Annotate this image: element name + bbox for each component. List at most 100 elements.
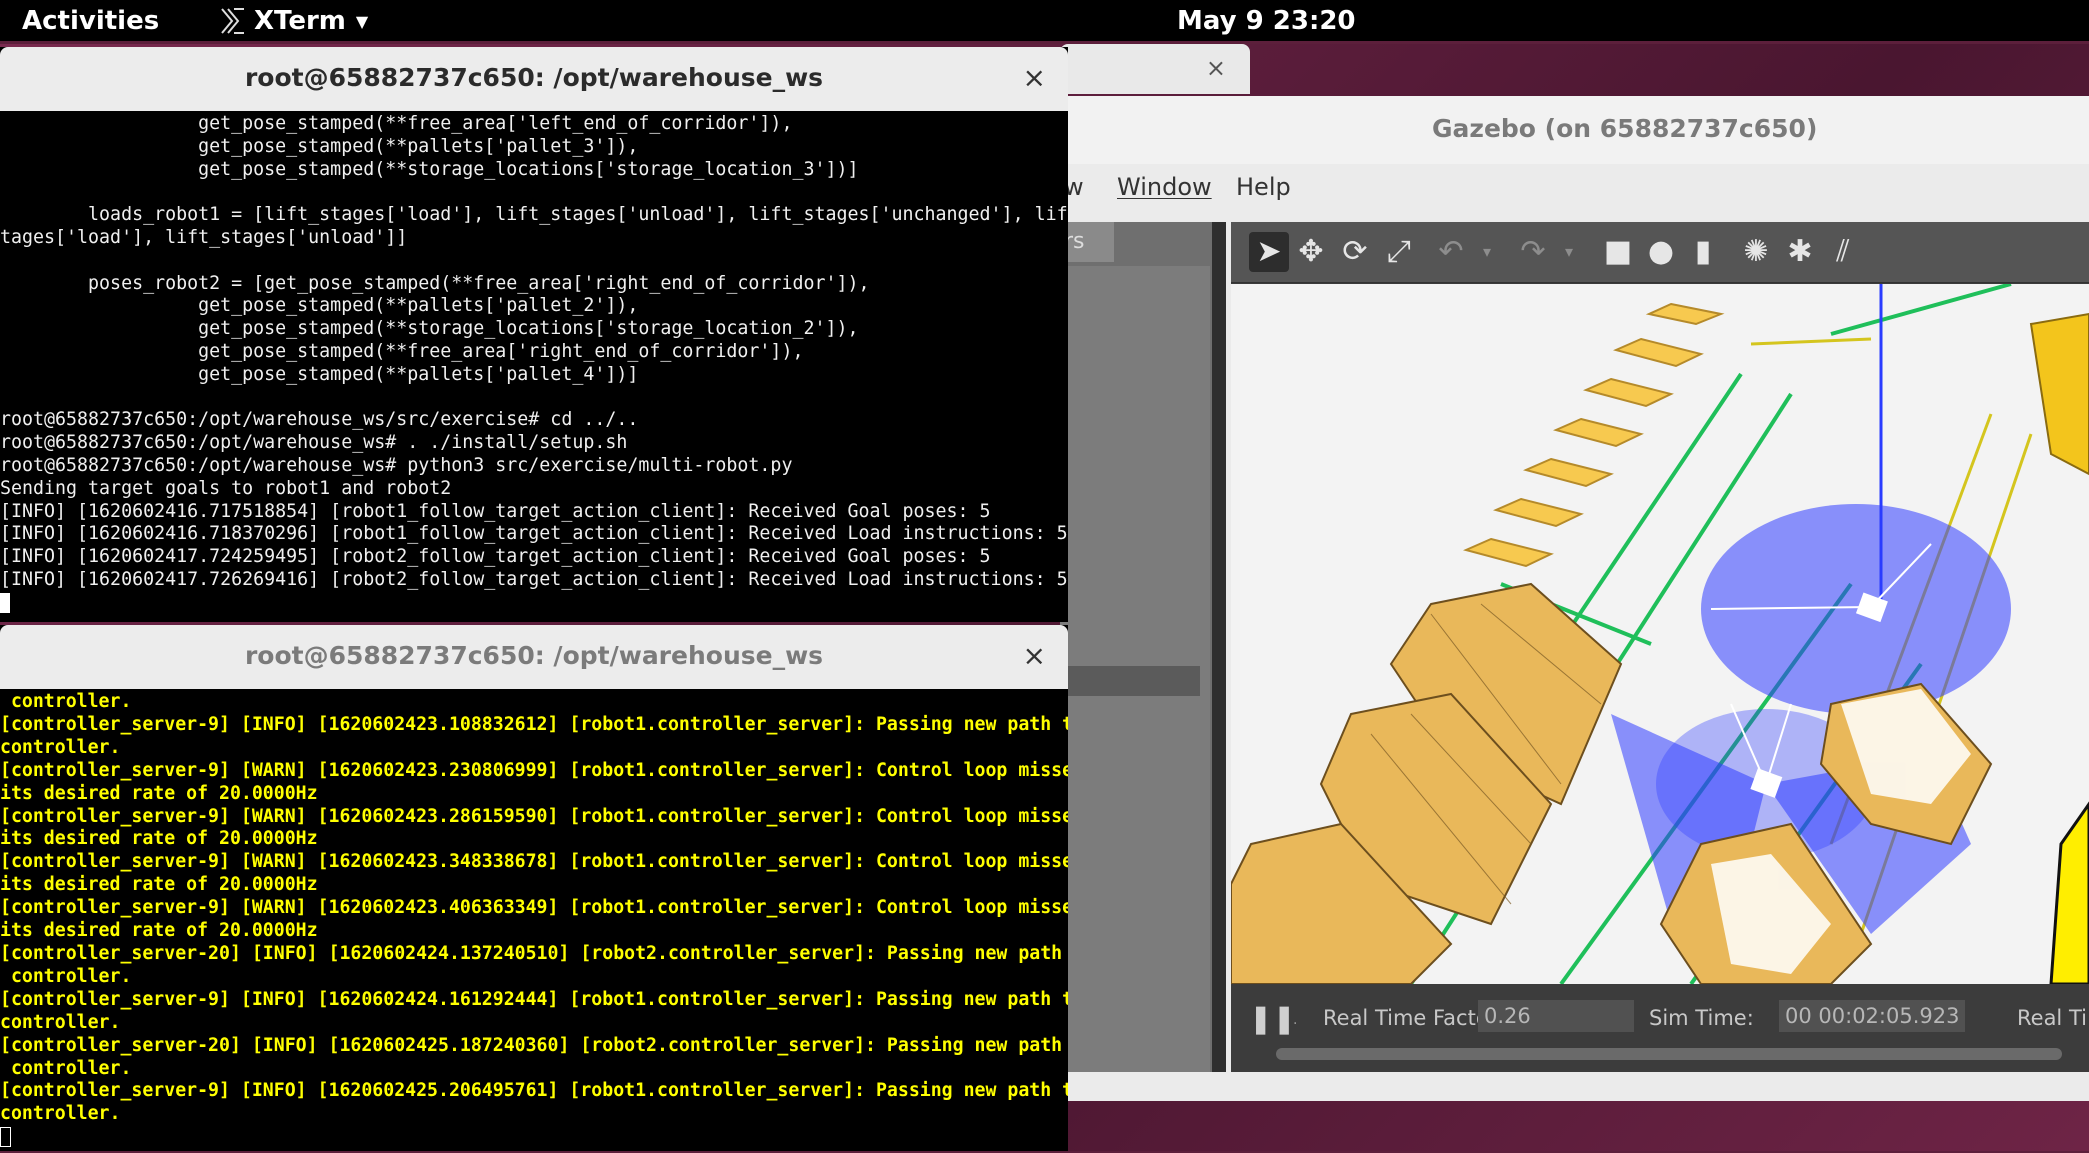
panel-splitter[interactable]: [1212, 222, 1226, 1072]
terminal-line: [INFO] [1620602417.726269416] [robot2_fo…: [0, 568, 1068, 590]
step-icon[interactable]: .: [1293, 1012, 1297, 1028]
rotate-icon[interactable]: ⟳: [1335, 232, 1375, 272]
terminal-line: its desired rate of 20.0000Hz: [0, 828, 318, 850]
3d-scene-view[interactable]: [1231, 284, 2089, 984]
terminal-line: controller.: [0, 1057, 132, 1079]
terminal-line: poses_robot2 = [get_pose_stamped(**free_…: [0, 272, 870, 294]
clock[interactable]: May 9 23:20: [1177, 6, 1356, 36]
terminal-line: its desired rate of 20.0000Hz: [0, 920, 318, 942]
terminal-line: [controller_server-9] [WARN] [1620602423…: [0, 805, 1068, 827]
terminal-titlebar[interactable]: root@65882737c650: /opt/warehouse_ws ×: [0, 47, 1068, 111]
terminal-line: [controller_server-20] [INFO] [162060242…: [0, 942, 1068, 964]
directional-light-icon[interactable]: ⫽: [1823, 232, 1863, 272]
xterm-window-1: root@65882737c650: /opt/warehouse_ws × g…: [0, 47, 1068, 622]
app-menu[interactable]: XTerm ▼: [220, 6, 368, 36]
terminal-line: root@65882737c650:/opt/warehouse_ws/src/…: [0, 409, 639, 431]
terminal-cursor-line: [0, 1126, 1068, 1149]
window-title: root@65882737c650: /opt/warehouse_ws: [244, 641, 824, 670]
gazebo-window: Gazebo (on 65882737c650) w Window Help r…: [1060, 96, 2089, 1101]
terminal-line: controller.: [0, 1011, 121, 1033]
terminal-line: get_pose_stamped(**free_area['right_end_…: [0, 340, 804, 362]
tab-layers[interactable]: rs: [1060, 222, 1114, 262]
select-arrow-icon[interactable]: ➤: [1249, 232, 1289, 272]
box-icon[interactable]: ■: [1598, 232, 1638, 272]
terminal-cursor-line: [0, 592, 1068, 615]
terminal-line: [INFO] [1620602417.724259495] [robot2_fo…: [0, 546, 991, 568]
scale-icon[interactable]: ⤢: [1379, 232, 1419, 272]
text-cursor: [0, 592, 10, 613]
terminal-line: get_pose_stamped(**free_area['left_end_o…: [0, 113, 793, 134]
undo-icon[interactable]: ↶: [1431, 232, 1471, 272]
status-bar: ❚❚ . Real Time Factor: 0.26 Sim Time: 00…: [1231, 984, 2089, 1072]
terminal-output[interactable]: get_pose_stamped(**free_area['left_end_o…: [0, 111, 1068, 624]
terminal-line: its desired rate of 20.0000Hz: [0, 782, 318, 804]
terminal-line: [controller_server-9] [WARN] [1620602423…: [0, 851, 1068, 873]
terminal-line: get_pose_stamped(**storage_locations['st…: [0, 158, 859, 180]
left-panel: rs: [1060, 222, 1212, 1072]
chevron-down-icon[interactable]: ▾: [1549, 232, 1589, 272]
terminal-line: controller.: [0, 1103, 121, 1125]
terminal-line: root@65882737c650:/opt/warehouse_ws# . .…: [0, 432, 628, 454]
render-area: ➤ ✥ ⟳ ⤢ ↶ ▾ ↷ ▾ ■ ● ▮ ✺ ✱ ⫽ ❚❚ . Real Ti…: [1231, 222, 2089, 1072]
real-time-factor-label: Real Time Factor:: [1323, 1006, 1505, 1030]
activities-button[interactable]: Activities: [22, 6, 159, 36]
selected-list-item[interactable]: [1060, 666, 1200, 696]
terminal-line: root@65882737c650:/opt/warehouse_ws# pyt…: [0, 454, 793, 476]
gazebo-menubar: w Window Help: [1060, 164, 2089, 210]
terminal-line: controller.: [0, 736, 121, 758]
terminal-line: [controller_server-9] [WARN] [1620602423…: [0, 897, 1068, 919]
chevron-down-icon[interactable]: ▾: [1467, 232, 1507, 272]
terminal-line: tages['load'], lift_stages['unload']]: [0, 226, 408, 248]
point-light-icon[interactable]: ✺: [1736, 232, 1776, 272]
terminal-line: [controller_server-9] [INFO] [1620602425…: [0, 1080, 1068, 1102]
real-time-factor-value: 0.26: [1478, 1000, 1634, 1032]
terminal-line: [controller_server-9] [INFO] [1620602424…: [0, 988, 1068, 1010]
terminal-output[interactable]: controller. [controller_server-9] [INFO] …: [0, 689, 1068, 1153]
pause-icon[interactable]: ❚❚: [1249, 1002, 1296, 1035]
translate-icon[interactable]: ✥: [1291, 232, 1331, 272]
close-icon[interactable]: ×: [1023, 61, 1046, 94]
cylinder-icon[interactable]: ▮: [1683, 232, 1723, 272]
redo-icon[interactable]: ↷: [1513, 232, 1553, 272]
warehouse-scene: [1231, 284, 2089, 984]
terminal-line: get_pose_stamped(**pallets['pallet_2']),: [0, 295, 639, 317]
horizontal-scrollbar[interactable]: [1276, 1048, 2062, 1060]
terminal-line: [controller_server-20] [INFO] [162060242…: [0, 1034, 1068, 1056]
sim-time-label: Sim Time:: [1649, 1006, 1754, 1030]
xterm-window-2: root@65882737c650: /opt/warehouse_ws × c…: [0, 625, 1068, 1151]
app-name: XTerm: [254, 6, 346, 36]
gazebo-titlebar[interactable]: Gazebo (on 65882737c650): [1060, 96, 2089, 165]
terminal-line: get_pose_stamped(**pallets['pallet_3']),: [0, 135, 639, 157]
terminal-line: loads_robot1 = [lift_stages['load'], lif…: [0, 204, 1068, 226]
terminal-line: its desired rate of 20.0000Hz: [0, 874, 318, 896]
close-icon[interactable]: ×: [1023, 639, 1046, 672]
terminal-titlebar[interactable]: root@65882737c650: /opt/warehouse_ws ×: [0, 625, 1068, 689]
close-icon[interactable]: ×: [1206, 54, 1226, 82]
terminal-line: controller.: [0, 965, 132, 987]
xterm-icon: [221, 8, 244, 34]
terminal-line: [INFO] [1620602416.717518854] [robot1_fo…: [0, 500, 991, 522]
background-window-titlebar[interactable]: ×: [1060, 44, 1250, 94]
sim-time-value: 00 00:02:05.923: [1779, 1000, 1965, 1032]
terminal-line: get_pose_stamped(**storage_locations['st…: [0, 318, 859, 340]
text-cursor: [0, 1127, 11, 1148]
scene-toolbar: ➤ ✥ ⟳ ⤢ ↶ ▾ ↷ ▾ ■ ● ▮ ✺ ✱ ⫽: [1231, 222, 2089, 283]
terminal-line: get_pose_stamped(**pallets['pallet_4'])]: [0, 363, 639, 385]
terminal-line: [controller_server-9] [INFO] [1620602423…: [0, 713, 1068, 735]
menu-help[interactable]: Help: [1236, 173, 1291, 201]
menu-window[interactable]: Window: [1117, 173, 1212, 201]
terminal-line: [controller_server-9] [WARN] [1620602423…: [0, 759, 1068, 781]
top-bar: Activities XTerm ▼ May 9 23:20: [0, 0, 2089, 41]
sphere-icon[interactable]: ●: [1641, 232, 1681, 272]
window-title: Gazebo (on 65882737c650): [1432, 114, 1818, 143]
window-title: root@65882737c650: /opt/warehouse_ws: [244, 63, 824, 92]
real-time-label: Real Ti: [2017, 1006, 2087, 1030]
terminal-line: Sending target goals to robot1 and robot…: [0, 477, 452, 499]
spot-light-icon[interactable]: ✱: [1780, 232, 1820, 272]
terminal-line: controller.: [0, 691, 132, 712]
chevron-down-icon: ▼: [355, 11, 369, 31]
terminal-line: [INFO] [1620602416.718370296] [robot1_fo…: [0, 523, 1068, 545]
